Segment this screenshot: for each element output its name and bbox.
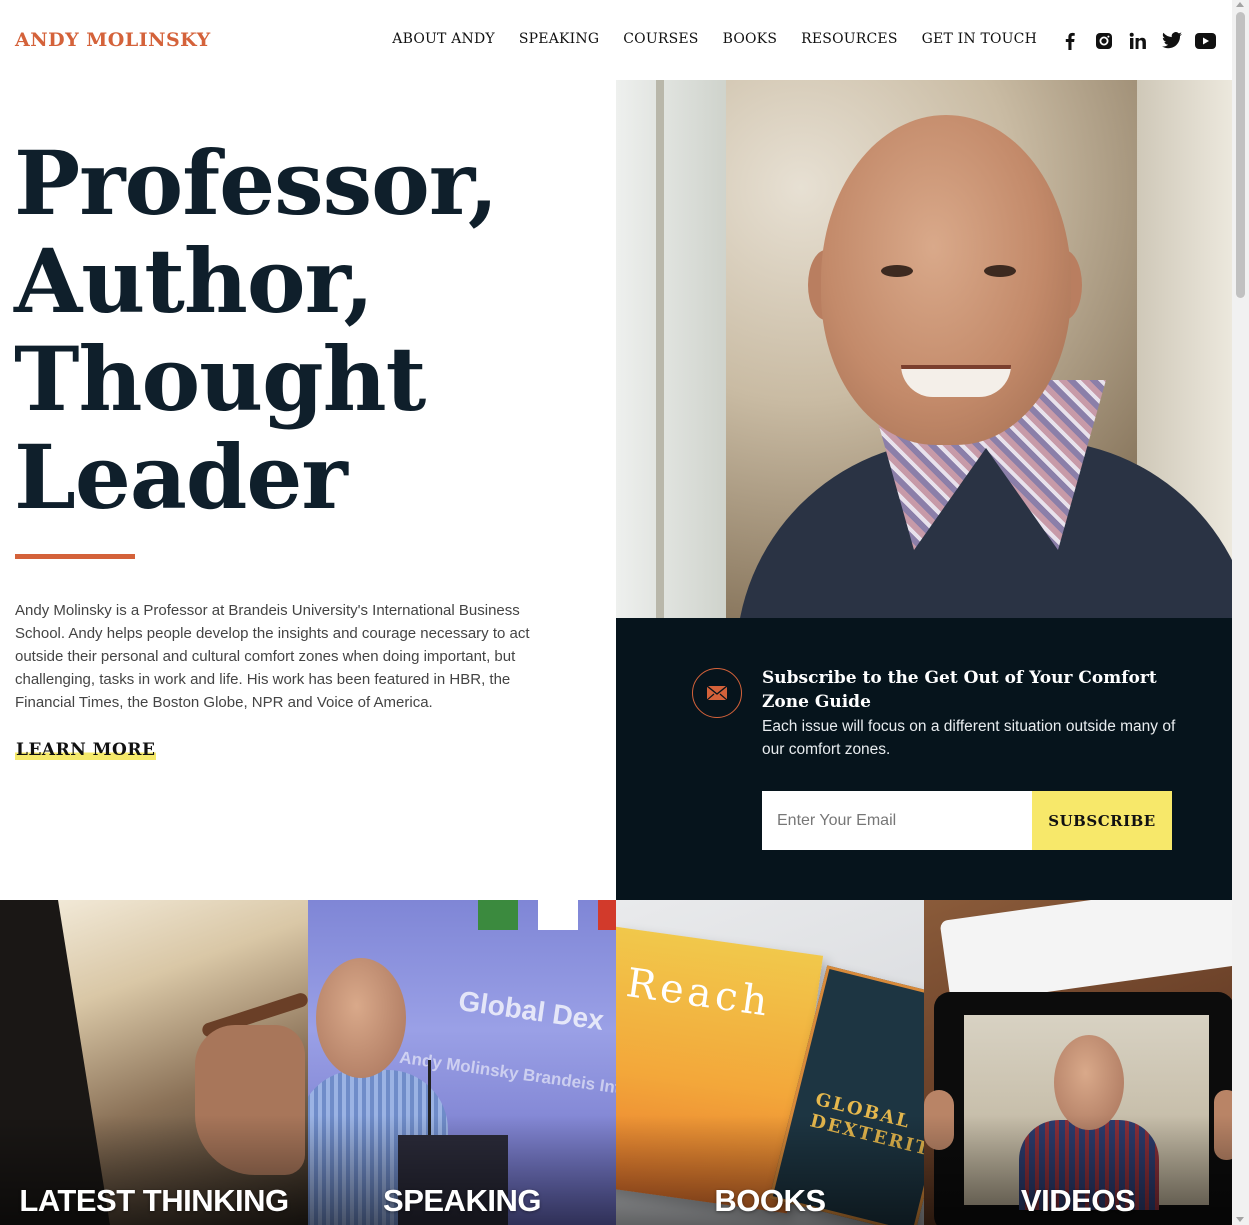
nav-courses[interactable]: COURSES xyxy=(623,31,698,47)
tile-label: VIDEOS xyxy=(1020,1183,1136,1218)
main-nav: ABOUT ANDY SPEAKING COURSES BOOKS RESOUR… xyxy=(392,31,1037,47)
screen-text: Global Dex xyxy=(456,984,606,1037)
nav-get-in-touch[interactable]: GET IN TOUCH xyxy=(922,31,1037,47)
subscribe-button[interactable]: SUBSCRIBE xyxy=(1032,791,1172,850)
tile-label: SPEAKING xyxy=(383,1183,541,1218)
linkedin-icon[interactable] xyxy=(1127,30,1148,51)
tile-label: BOOKS xyxy=(714,1183,826,1218)
headline-line: Author, xyxy=(14,229,374,333)
portrait-photo xyxy=(616,80,1232,618)
nav-books[interactable]: BOOKS xyxy=(723,31,778,47)
envelope-icon xyxy=(692,668,742,718)
site-logo[interactable]: ANDY MOLINSKY xyxy=(15,29,211,51)
headline-line: Professor, xyxy=(14,131,498,235)
scroll-down-icon[interactable] xyxy=(1236,1217,1244,1222)
twitter-icon[interactable] xyxy=(1161,30,1182,51)
newsletter-title: Subscribe to the Get Out of Your Comfort… xyxy=(762,668,1157,712)
nav-about-andy[interactable]: ABOUT ANDY xyxy=(392,31,495,47)
newsletter-description: Each issue will focus on a different sit… xyxy=(762,718,1176,758)
tile-label: LATEST THINKING xyxy=(19,1183,289,1218)
page-scrollbar[interactable] xyxy=(1232,0,1249,1225)
facebook-icon[interactable] xyxy=(1059,30,1080,51)
scroll-thumb[interactable] xyxy=(1236,12,1245,298)
accent-divider xyxy=(15,554,135,559)
tile-latest-thinking[interactable]: LATEST THINKING xyxy=(0,900,308,1225)
headline-line: Thought xyxy=(14,327,426,431)
hero-bio: Andy Molinsky is a Professor at Brandeis… xyxy=(15,602,530,711)
hero-headline: Professor, Author, Thought Leader xyxy=(14,131,498,529)
youtube-icon[interactable] xyxy=(1195,30,1216,51)
social-links xyxy=(1059,30,1216,51)
hero-intro: Professor, Author, Thought Leader Andy M… xyxy=(0,80,616,900)
learn-more-link[interactable]: LEARN MORE xyxy=(15,740,157,760)
newsletter-panel: Subscribe to the Get Out of Your Comfort… xyxy=(616,618,1232,900)
headline-line: Leader xyxy=(14,425,348,529)
tile-speaking[interactable]: Global Dex Andy Molinsky Brandeis Intern… xyxy=(308,900,616,1225)
nav-speaking[interactable]: SPEAKING xyxy=(519,31,599,47)
tile-books[interactable]: Reach GLOBAL DEXTERITY BOOKS xyxy=(616,900,924,1225)
scroll-up-icon[interactable] xyxy=(1236,2,1244,7)
tile-videos[interactable]: VIDEOS xyxy=(924,900,1232,1225)
instagram-icon[interactable] xyxy=(1093,30,1114,51)
nav-resources[interactable]: RESOURCES xyxy=(801,31,898,47)
feature-tiles: LATEST THINKING Global Dex Andy Molinsky… xyxy=(0,900,1232,1225)
email-field[interactable] xyxy=(762,791,1032,850)
site-header: ANDY MOLINSKY ABOUT ANDY SPEAKING COURSE… xyxy=(0,0,1232,80)
